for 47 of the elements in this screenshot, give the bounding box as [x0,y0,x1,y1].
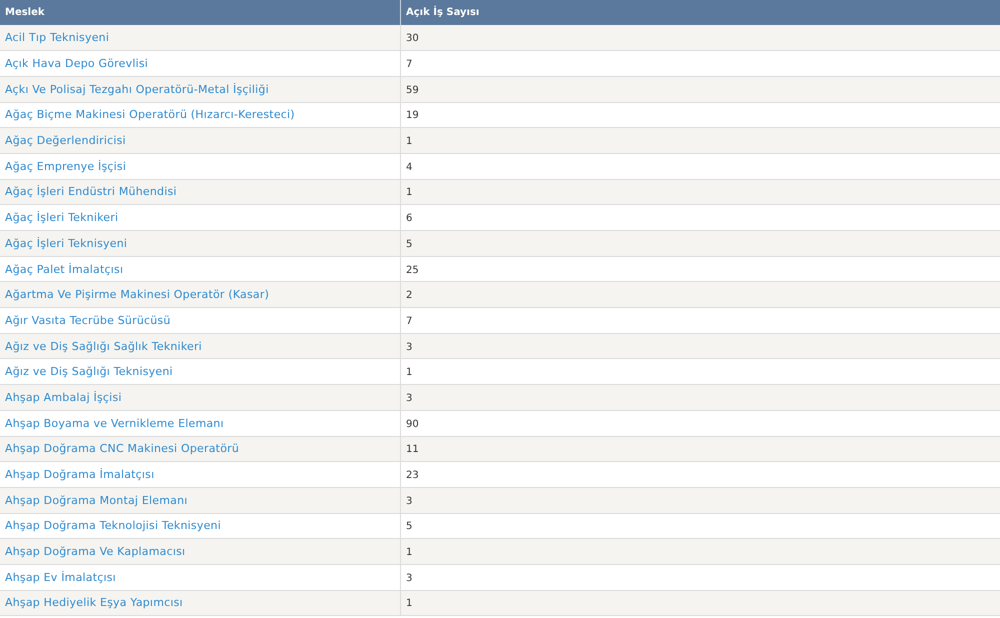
occupation-link[interactable]: Ahşap Doğrama Teknolojisi Teknisyeni [5,519,221,532]
job-count: 3 [406,342,412,353]
column-header: Açık İş Sayısı [400,0,1000,25]
occupation-link[interactable]: Ahşap Doğrama CNC Makinesi Operatörü [5,442,240,456]
occupation-link[interactable]: Ağaç Biçme Makinesi Operatörü (Hızarcı-Keresteci) [5,108,295,122]
job-count: 59 [406,84,419,96]
occupation-link[interactable]: Ahşap Doğrama Montaj Elemanı [5,494,188,507]
job-count: 30 [406,33,419,44]
job-count: 19 [406,110,419,122]
job-count: 6 [406,213,412,224]
occupation-link[interactable]: Ağaç Palet İmalatçısı [5,262,124,276]
occupation-link[interactable]: Ağır Vasıta Tecrübe Sürücüsü [5,314,171,327]
occupation-link[interactable]: Ağaç İşleri Teknisyeni [5,236,128,250]
job-count: 1 [406,136,412,148]
job-count: 5 [406,521,412,532]
occupation-link[interactable]: Ahşap Boyama ve Vernikleme Elemanı [5,416,224,430]
occupation-link[interactable]: Ahşap Ambalaj İşçisi [5,390,122,404]
job-count: 5 [406,238,412,250]
occupation-link[interactable]: Ağız ve Diş Sağlığı Teknisyeni [5,365,173,378]
job-count: 2 [406,290,412,302]
occupation-link[interactable]: Ağaç Emprenye İşçisi [5,160,126,173]
occupation-link[interactable]: Ağaç Değerlendiricisi [5,134,126,148]
job-count: 90 [406,418,419,430]
occupation-link[interactable]: Ahşap Doğrama İmalatçısı [5,468,154,482]
occupation-link[interactable]: Ahşap Doğrama Ve Kaplamacısı [5,545,186,558]
occupation-link[interactable]: Ağartma Ve Pişirme Makinesi Operatör (Kasar) [5,288,270,302]
occupation-link[interactable]: Ağaç İşleri Teknikeri [5,211,118,224]
job-count: 23 [406,470,419,482]
job-count: 1 [406,367,412,378]
job-count: 1 [406,598,412,610]
job-count: 25 [406,264,419,276]
job-count: 7 [406,316,412,327]
occupation-link[interactable]: Ahşap Hediyelik Eşya Yapımcısı [5,596,183,610]
job-count: 11 [406,444,419,456]
occupation-link[interactable]: Açık Hava Depo Görevlisi [5,57,148,70]
occupation-link[interactable]: Ahşap Ev İmalatçısı [5,570,116,584]
job-count: 3 [406,392,412,404]
job-count: 3 [406,572,412,584]
job-count: 1 [406,187,412,198]
job-count: 4 [406,162,412,173]
job-count: 3 [406,496,412,507]
job-count: 1 [406,547,412,558]
job-count: 7 [406,59,412,70]
occupation-link[interactable]: Ağız ve Diş Sağlığı Sağlık Teknikeri [5,340,202,353]
occupation-link[interactable]: Ağaç İşleri Endüstri Mühendisi [5,185,177,198]
occupation-link[interactable]: Acil Tıp Teknisyeni [5,31,110,44]
occupation-link[interactable]: Açkı Ve Polisaj Tezgahı Operatörü-Metal İşçiliği [5,82,269,96]
